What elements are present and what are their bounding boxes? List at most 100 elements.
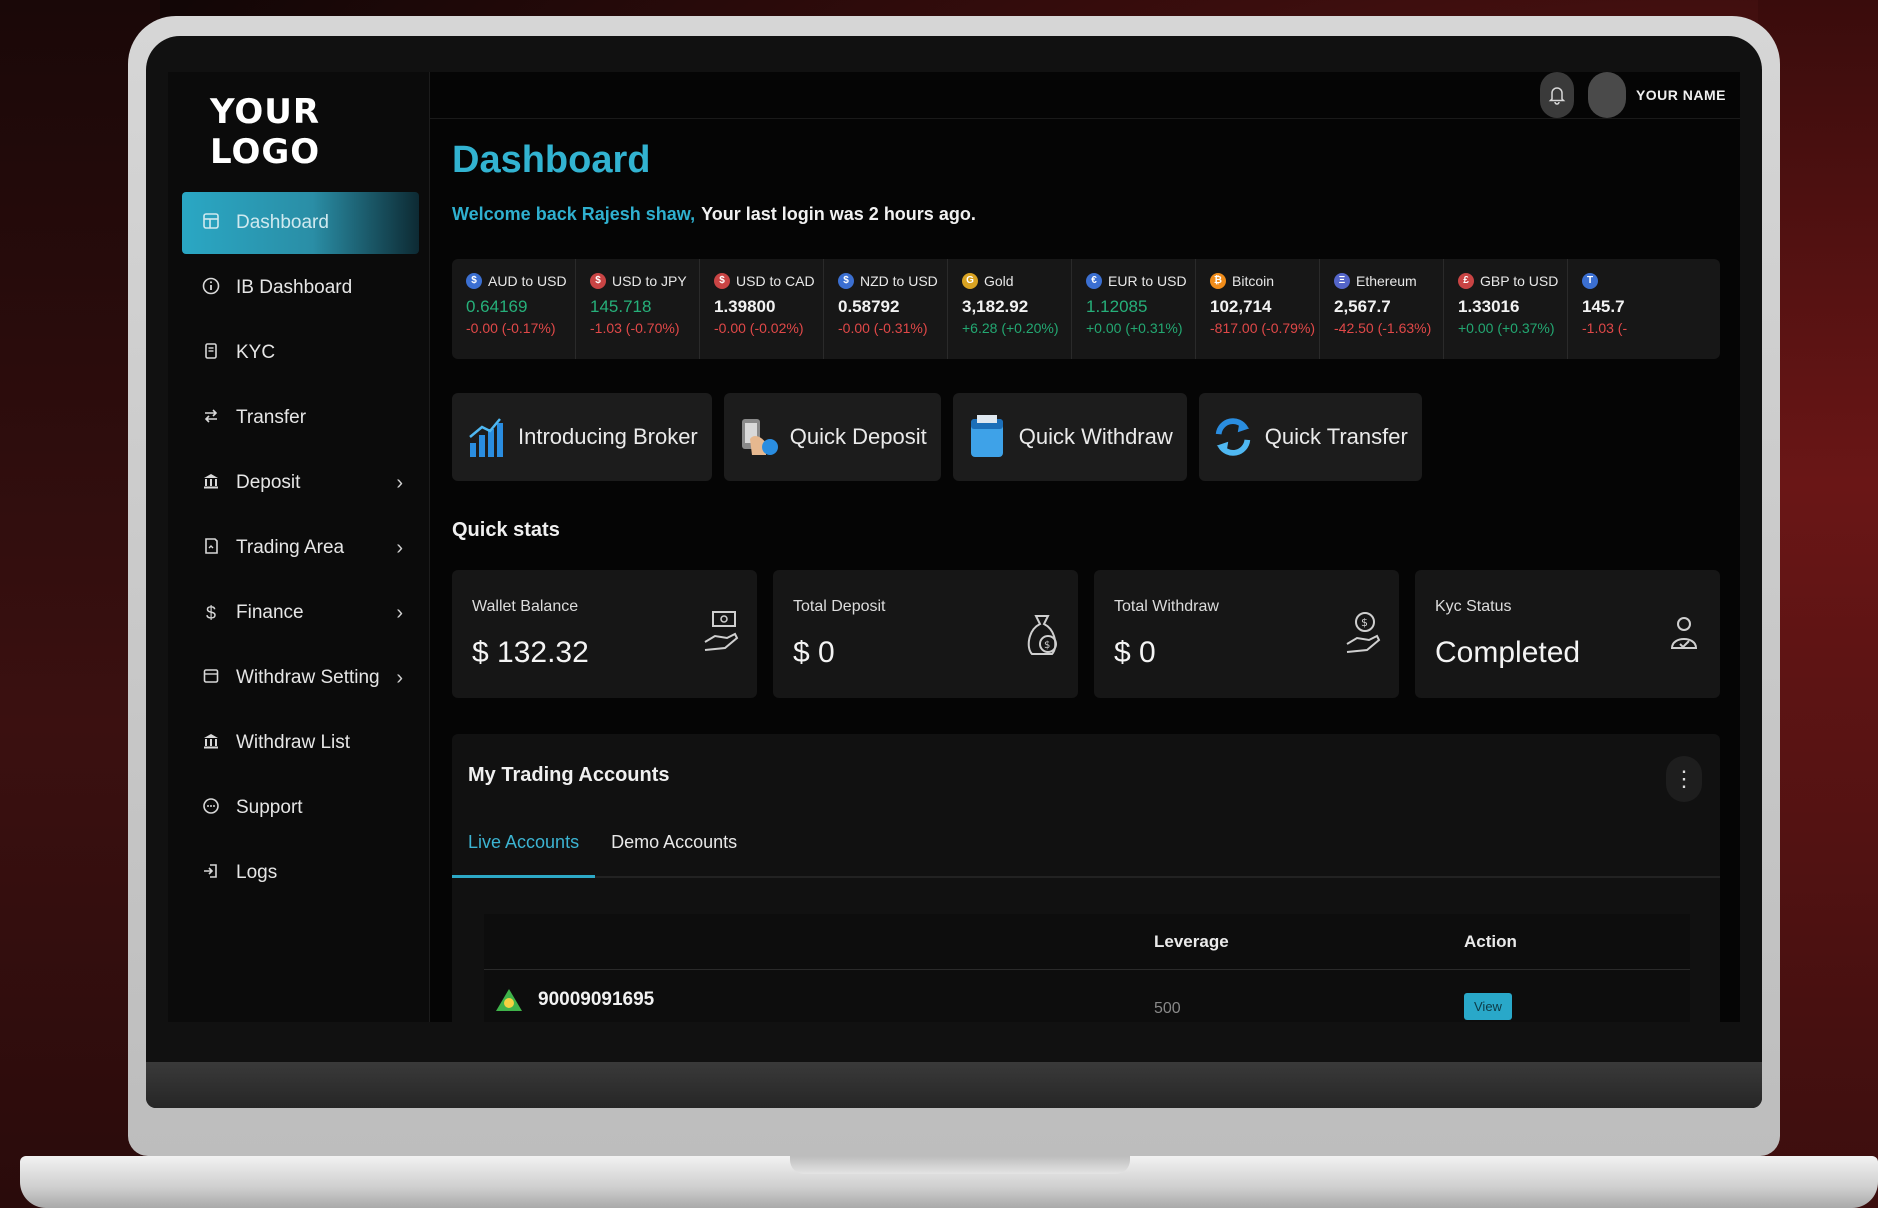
gold-icon: G: [962, 273, 978, 289]
quick-withdraw-button[interactable]: Quick Withdraw: [952, 393, 1187, 481]
chart-icon: [200, 537, 222, 560]
ticker-price: 145.7: [1582, 297, 1625, 316]
ticker-item[interactable]: £ GBP to USD 1.33016 +0.00 (+0.37%): [1444, 259, 1568, 359]
ticker-price: 0.64169: [466, 297, 528, 316]
table-header: Leverage Action: [484, 914, 1690, 970]
ticker-item[interactable]: Ξ Ethereum 2,567.7 -42.50 (-1.63%): [1320, 259, 1444, 359]
sidebar-item-label: Support: [236, 797, 303, 818]
quick-transfer-button[interactable]: Quick Transfer: [1198, 393, 1422, 481]
user-name[interactable]: YOUR NAME: [1636, 87, 1726, 103]
ticker-item[interactable]: T 145.7 -1.03 (-: [1568, 259, 1692, 359]
column-header-leverage: Leverage: [1154, 931, 1229, 951]
tab-live-accounts[interactable]: Live Accounts: [452, 832, 596, 878]
ticker-name: Ethereum: [1356, 273, 1417, 289]
sidebar-item-withdraw-list[interactable]: Withdraw List: [182, 712, 419, 774]
sidebar-item-label: Trading Area: [236, 537, 345, 558]
ticker-name: Bitcoin: [1232, 273, 1275, 289]
sidebar-item-label: IB Dashboard: [236, 277, 353, 298]
stat-value: $ 0: [793, 636, 835, 669]
action-label: Introducing Broker: [518, 424, 698, 449]
ticker-change: +0.00 (+0.31%): [1086, 320, 1183, 336]
sidebar-item-deposit[interactable]: Deposit ›: [182, 452, 419, 514]
sidebar-item-label: KYC: [236, 342, 276, 363]
stat-label: Total Withdraw: [1114, 598, 1219, 615]
ticker-name: AUD to USD: [488, 273, 567, 289]
more-options-icon[interactable]: ⋮: [1666, 756, 1702, 802]
sidebar-item-kyc[interactable]: KYC: [182, 322, 419, 384]
ticker-price: 3,182.92: [962, 297, 1029, 316]
sidebar-item-dashboard[interactable]: Dashboard: [182, 192, 419, 254]
currency-flag-icon: $: [466, 273, 482, 289]
ticker-price: 1.39800: [714, 297, 776, 316]
sidebar-item-label: Deposit: [236, 472, 301, 493]
stat-label: Total Deposit: [793, 598, 886, 615]
action-label: Quick Withdraw: [1018, 424, 1173, 449]
ticker-price: 0.58792: [838, 297, 900, 316]
ticker-price: 1.12085: [1086, 297, 1148, 316]
sidebar-item-trading-area[interactable]: Trading Area ›: [182, 517, 419, 579]
sidebar-item-label: Logs: [236, 862, 278, 883]
sidebar-item-support[interactable]: Support: [182, 777, 419, 839]
page-title: Dashboard: [452, 139, 651, 181]
account-number: 90009091695: [538, 989, 655, 1010]
stat-label: Wallet Balance: [472, 598, 579, 615]
info-icon: [200, 277, 222, 300]
welcome-message: Welcome back Rajesh shaw, Your last login…: [452, 204, 1720, 225]
welcome-name: Welcome back Rajesh shaw,: [452, 204, 696, 224]
view-account-button[interactable]: View: [1464, 992, 1512, 1020]
ticker-item[interactable]: $ USD to JPY 145.718 -1.03 (-0.70%): [576, 259, 700, 359]
ticker-item[interactable]: $ NZD to USD 0.58792 -0.00 (-0.31%): [824, 259, 948, 359]
currency-flag-icon: $: [590, 273, 606, 289]
sidebar-item-label: Transfer: [236, 407, 307, 428]
sidebar-item-logs[interactable]: Logs: [182, 842, 419, 904]
laptop-screen: YOUR LOGO Dashboard IB Dashboard KYC Tra…: [168, 72, 1740, 1022]
tab-demo-accounts[interactable]: Demo Accounts: [595, 832, 753, 876]
laptop-lid: YOUR LOGO Dashboard IB Dashboard KYC Tra…: [128, 16, 1780, 1156]
transfer-icon: [200, 407, 222, 430]
withdraw-icon: [965, 413, 1009, 461]
quick-stats: Wallet Balance $ 132.32 Total Deposit $ …: [452, 570, 1720, 698]
ticker-name: NZD to USD: [860, 273, 938, 289]
id-card-icon: [200, 342, 222, 365]
cash-hand-icon: $: [1343, 608, 1383, 660]
market-ticker: $ AUD to USD 0.64169 -0.00 (-0.17%) $ USD …: [452, 259, 1720, 359]
ticker-item[interactable]: G Gold 3,182.92 +6.28 (+0.20%): [948, 259, 1072, 359]
quick-deposit-button[interactable]: Quick Deposit: [723, 393, 941, 481]
sidebar-item-transfer[interactable]: Transfer: [182, 387, 419, 449]
tradingview-icon: T: [1582, 273, 1598, 289]
broker-chart-icon: [464, 413, 508, 461]
accounts-table: Leverage Action 90009091695 500 View: [484, 914, 1690, 1022]
ticker-change: -0.00 (-0.17%): [466, 320, 556, 336]
bell-icon[interactable]: [1539, 72, 1574, 118]
ticker-name: EUR to USD: [1108, 273, 1187, 289]
brand-logo[interactable]: YOUR LOGO: [168, 72, 429, 192]
trading-accounts-title: My Trading Accounts: [468, 764, 670, 786]
sidebar-item-finance[interactable]: $ Finance ›: [182, 582, 419, 644]
chevron-right-icon: ›: [396, 601, 403, 624]
sidebar-item-label: Finance: [236, 602, 304, 623]
ticker-price: 2,567.7: [1334, 297, 1391, 316]
sidebar-item-ib-dashboard[interactable]: IB Dashboard: [182, 257, 419, 319]
chevron-right-icon: ›: [396, 471, 403, 494]
money-bag-icon: $: [1022, 608, 1062, 660]
ticker-change: -0.00 (-0.31%): [838, 320, 928, 336]
ticker-item[interactable]: € EUR to USD 1.12085 +0.00 (+0.31%): [1072, 259, 1196, 359]
ticker-item[interactable]: $ USD to CAD 1.39800 -0.00 (-0.02%): [700, 259, 824, 359]
avatar[interactable]: [1587, 72, 1626, 118]
ticker-change: +6.28 (+0.20%): [962, 320, 1059, 336]
sidebar-item-withdraw-setting[interactable]: Withdraw Setting ›: [182, 647, 419, 709]
stat-card-total-withdraw: Total Withdraw $ 0 $: [1094, 570, 1399, 698]
currency-flag-icon: $: [838, 273, 854, 289]
ticker-item[interactable]: ₿ Bitcoin 102,714 -817.00 (-0.79%): [1196, 259, 1320, 359]
currency-flag-icon: €: [1086, 273, 1102, 289]
laptop-notch: [790, 1156, 1130, 1174]
account-cell: 90009091695: [484, 987, 1154, 1013]
introducing-broker-button[interactable]: Introducing Broker: [452, 393, 712, 481]
quick-actions: Introducing Broker Quick Deposit Quick W…: [452, 393, 1720, 481]
chevron-right-icon: ›: [396, 666, 403, 689]
sidebar: YOUR LOGO Dashboard IB Dashboard KYC Tra…: [168, 72, 430, 1022]
ticker-name: GBP to USD: [1480, 273, 1559, 289]
ticker-item[interactable]: $ AUD to USD 0.64169 -0.00 (-0.17%): [452, 259, 576, 359]
ticker-change: -1.03 (-: [1582, 320, 1628, 336]
transfer-arrows-icon: [1211, 413, 1255, 461]
